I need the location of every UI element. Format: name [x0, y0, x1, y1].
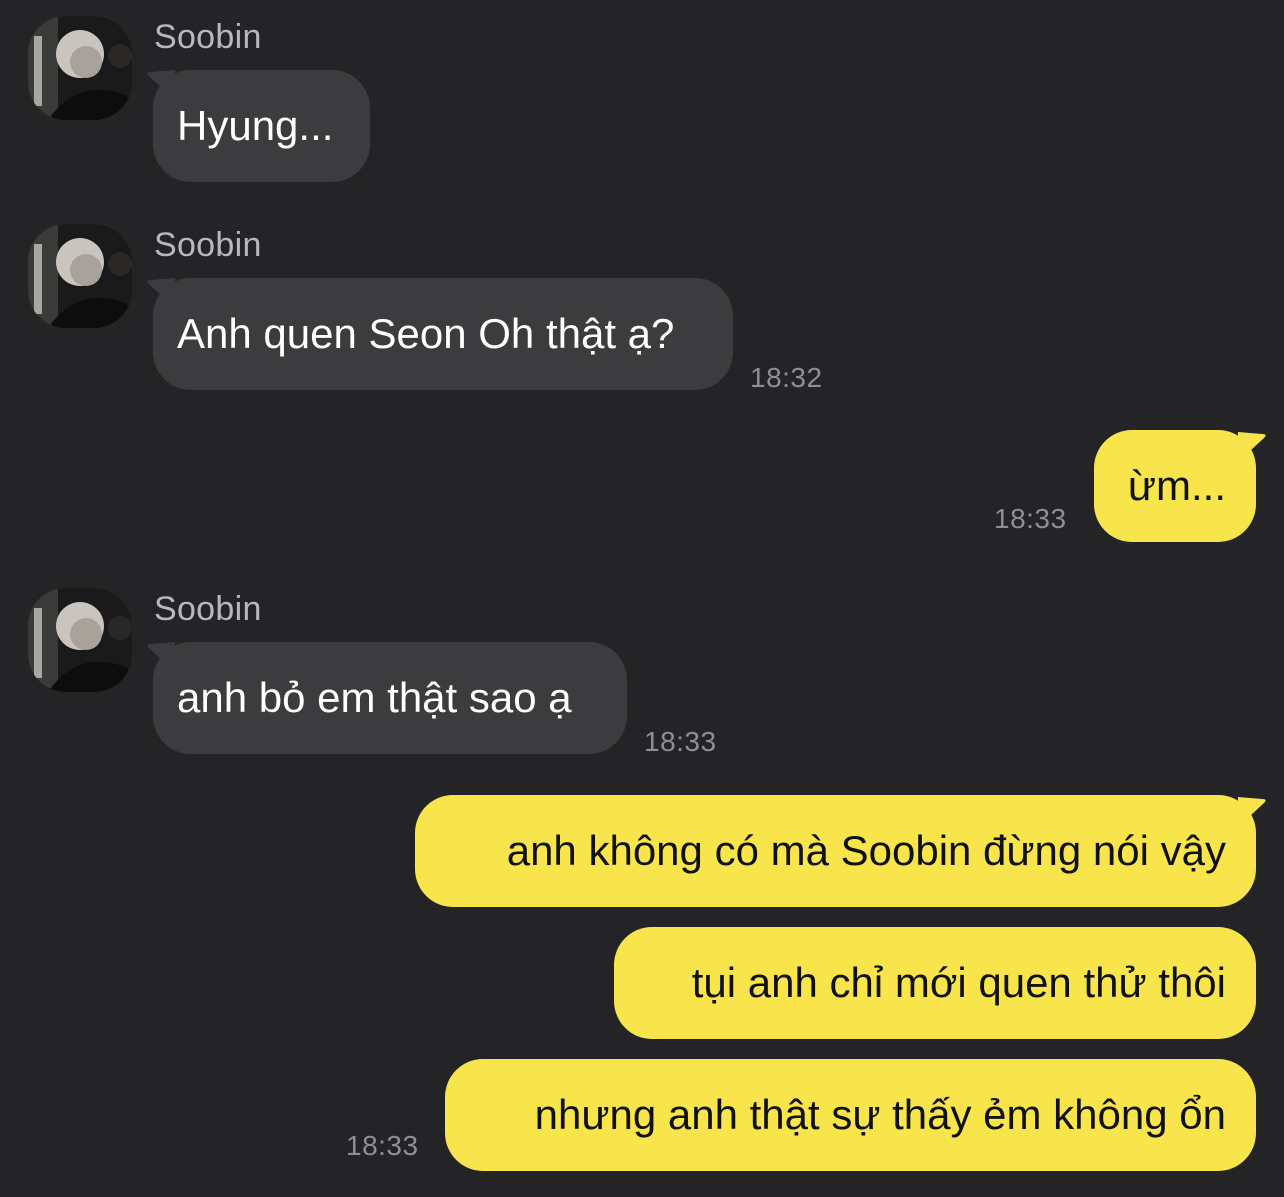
outgoing-message-bubble[interactable]: nhưng anh thật sự thấy ẻm không ổn: [445, 1059, 1256, 1171]
message-text: Anh quen Seon Oh thật ạ?: [177, 310, 675, 357]
avatar[interactable]: [28, 588, 132, 692]
sender-name: Soobin: [154, 18, 262, 56]
message-timestamp: 18:33: [644, 726, 717, 757]
avatar[interactable]: [28, 16, 132, 120]
sender-name: Soobin: [154, 590, 262, 628]
outgoing-message-bubble[interactable]: anh không có mà Soobin đừng nói vậy: [415, 795, 1256, 907]
incoming-message-bubble[interactable]: Hyung...: [153, 70, 370, 182]
incoming-message-bubble[interactable]: anh bỏ em thật sao ạ: [153, 642, 627, 754]
message-text: tụi anh chỉ mới quen thử thôi: [691, 959, 1226, 1006]
message-timestamp: 18:33: [346, 1130, 419, 1161]
avatar-photo: [28, 588, 132, 692]
sender-name: Soobin: [154, 226, 262, 264]
outgoing-message-bubble[interactable]: ừm...: [1094, 430, 1256, 542]
message-text: anh bỏ em thật sao ạ: [177, 674, 572, 721]
avatar-photo: [28, 16, 132, 120]
avatar[interactable]: [28, 224, 132, 328]
avatar-photo: [28, 224, 132, 328]
incoming-message-bubble[interactable]: Anh quen Seon Oh thật ạ?: [153, 278, 733, 390]
message-timestamp: 18:32: [750, 362, 823, 393]
message-text: nhưng anh thật sự thấy ẻm không ổn: [534, 1091, 1226, 1138]
message-text: anh không có mà Soobin đừng nói vậy: [506, 827, 1226, 874]
message-text: ừm...: [1127, 462, 1226, 509]
outgoing-message-bubble[interactable]: tụi anh chỉ mới quen thử thôi: [614, 927, 1256, 1039]
message-timestamp: 18:33: [994, 503, 1067, 534]
message-text: Hyung...: [177, 102, 334, 149]
